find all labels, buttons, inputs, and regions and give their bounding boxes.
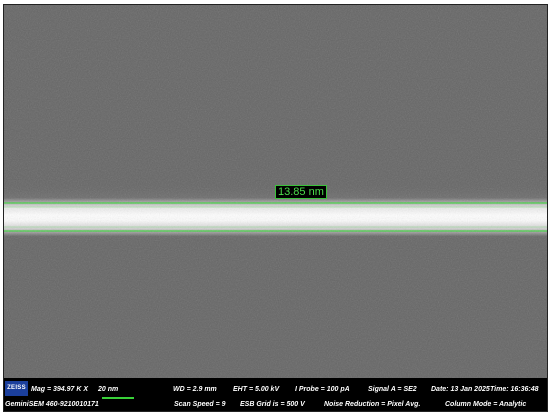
working-distance: WD = 2.9 mm <box>173 386 217 393</box>
column-mode: Column Mode = Analytic <box>445 401 527 408</box>
info-bar: ZEISS Mag = 394.97 K X 20 nm GeminiSEM 4… <box>4 378 547 411</box>
magnification: Mag = 394.97 K X <box>31 386 89 393</box>
scan-speed: Scan Speed = 9 <box>174 401 226 408</box>
noise-reduction: Noise Reduction = Pixel Avg. <box>324 401 421 408</box>
instrument-id: GeminiSEM 460-9210010171 <box>5 401 99 408</box>
probe-current: I Probe = 100 pA <box>295 386 350 393</box>
sem-image-frame: 13.85 nm ZEISS Mag = 394.97 K X 20 nm Ge… <box>3 4 548 412</box>
scale-bar <box>102 397 134 399</box>
eht-voltage: EHT = 5.00 kV <box>233 386 280 393</box>
esb-grid: ESB Grid is = 500 V <box>240 401 305 408</box>
zeiss-logo: ZEISS <box>5 381 28 396</box>
signal-a: Signal A = SE2 <box>368 386 417 393</box>
measurement-label: 13.85 nm <box>275 185 327 199</box>
time: Time: 16:36:48 <box>490 386 539 393</box>
scale-bar-label: 20 nm <box>98 386 119 393</box>
date: Date: 13 Jan 2025 <box>431 386 490 393</box>
